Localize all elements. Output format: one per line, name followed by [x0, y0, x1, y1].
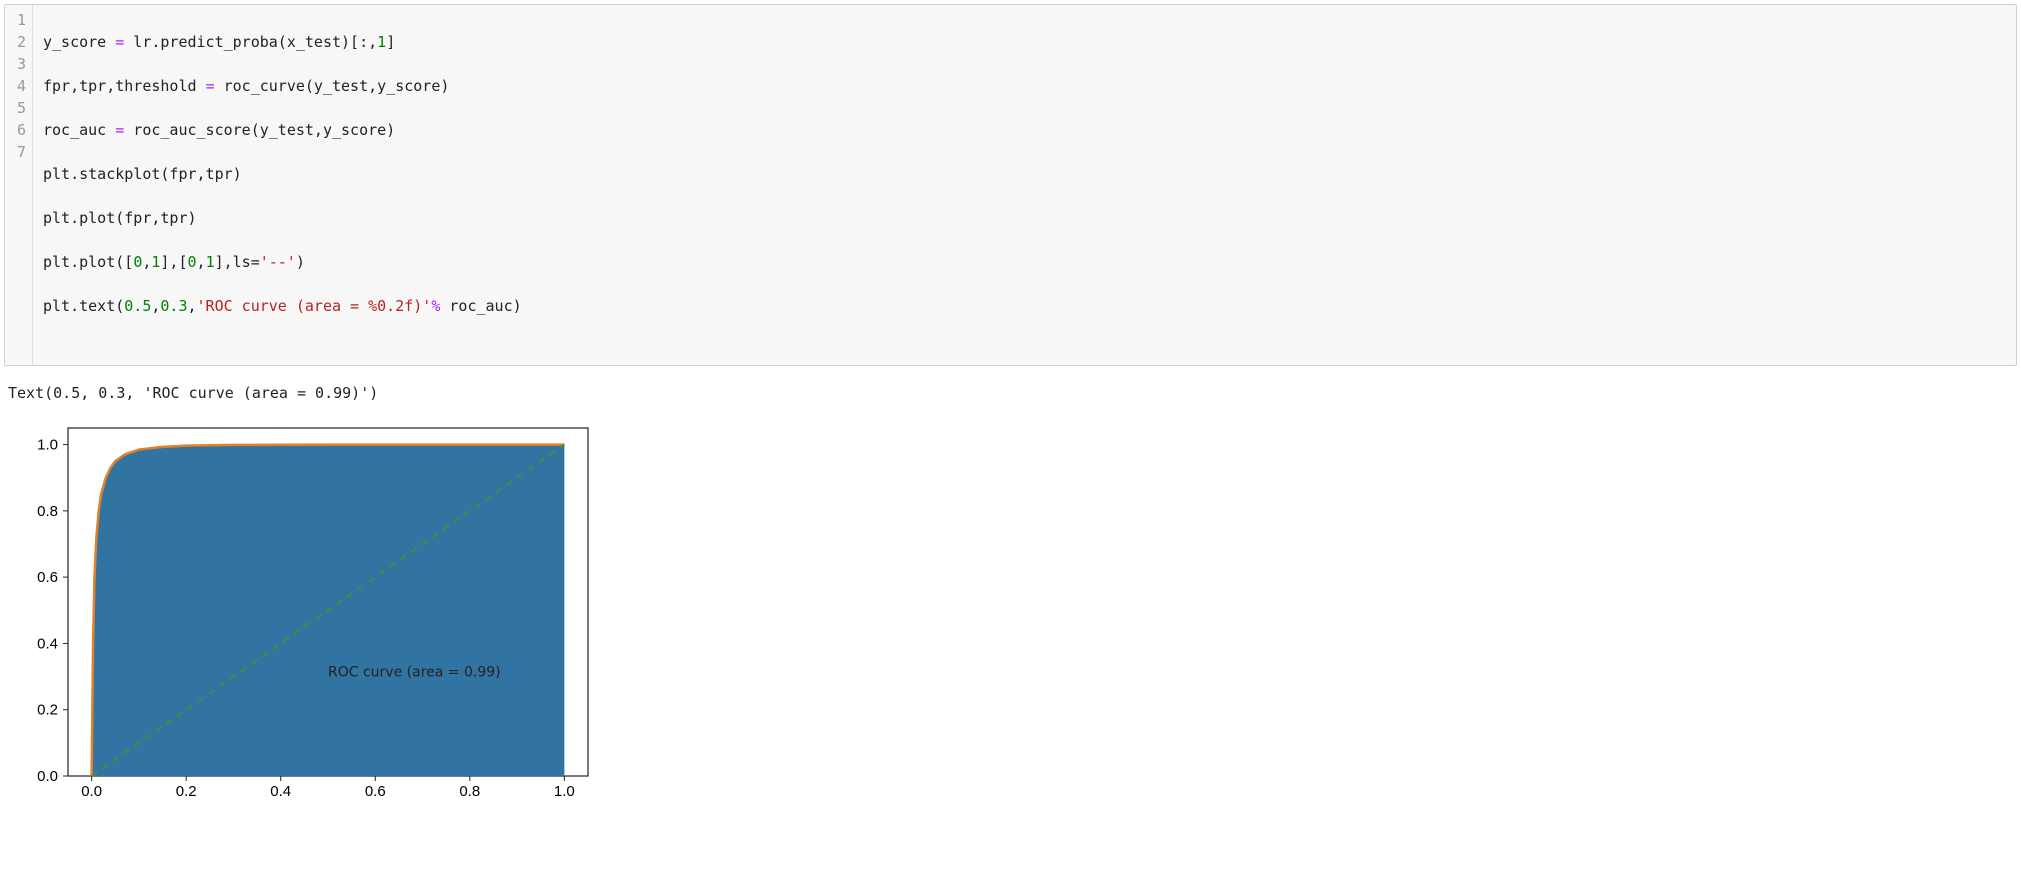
gutter-line: 7 [13, 141, 26, 163]
y-tick-label: 0.6 [37, 569, 58, 586]
code-line: plt.plot(fpr,tpr) [43, 207, 522, 229]
y-tick-label: 0.4 [37, 635, 58, 652]
gutter-line: 1 [13, 9, 26, 31]
x-tick-label: 0.0 [81, 783, 102, 800]
gutter-line: 5 [13, 97, 26, 119]
y-tick-label: 1.0 [37, 437, 58, 454]
code-line: roc_auc = roc_auc_score(y_test,y_score) [43, 119, 522, 141]
x-tick-label: 0.8 [459, 783, 480, 800]
roc-chart-svg: 0.0 0.2 0.4 0.6 0.8 1.0 0.0 0.2 0.4 0.6 0.8 1.0 ROC … [8, 416, 608, 816]
x-tick-label: 1.0 [554, 783, 575, 800]
gutter-line: 6 [13, 119, 26, 141]
gutter-line: 2 [13, 31, 26, 53]
code-line: fpr,tpr,threshold = roc_curve(y_test,y_s… [43, 75, 522, 97]
x-tick-label: 0.2 [176, 783, 197, 800]
gutter-line: 3 [13, 53, 26, 75]
roc-annotation: ROC curve (area = 0.99) [328, 665, 501, 681]
y-tick-label: 0.0 [37, 768, 58, 785]
cell-text-output: Text(0.5, 0.3, 'ROC curve (area = 0.99)'… [4, 380, 2017, 416]
code-line: plt.plot([0,1],[0,1],ls='--') [43, 251, 522, 273]
gutter-line: 4 [13, 75, 26, 97]
code-line: plt.text(0.5,0.3,'ROC curve (area = %0.2… [43, 295, 522, 317]
code-content[interactable]: y_score = lr.predict_proba(x_test)[:,1] … [33, 5, 532, 365]
code-cell: 1 2 3 4 5 6 7 y_score = lr.predict_proba… [4, 4, 2017, 366]
x-tick-label: 0.6 [365, 783, 386, 800]
y-tick-label: 0.8 [37, 503, 58, 520]
y-tick-label: 0.2 [37, 702, 58, 719]
code-gutter: 1 2 3 4 5 6 7 [5, 5, 33, 365]
roc-chart: 0.0 0.2 0.4 0.6 0.8 1.0 0.0 0.2 0.4 0.6 0.8 1.0 ROC … [8, 416, 608, 816]
code-line: y_score = lr.predict_proba(x_test)[:,1] [43, 31, 522, 53]
code-line: plt.stackplot(fpr,tpr) [43, 163, 522, 185]
x-tick-label: 0.4 [270, 783, 291, 800]
